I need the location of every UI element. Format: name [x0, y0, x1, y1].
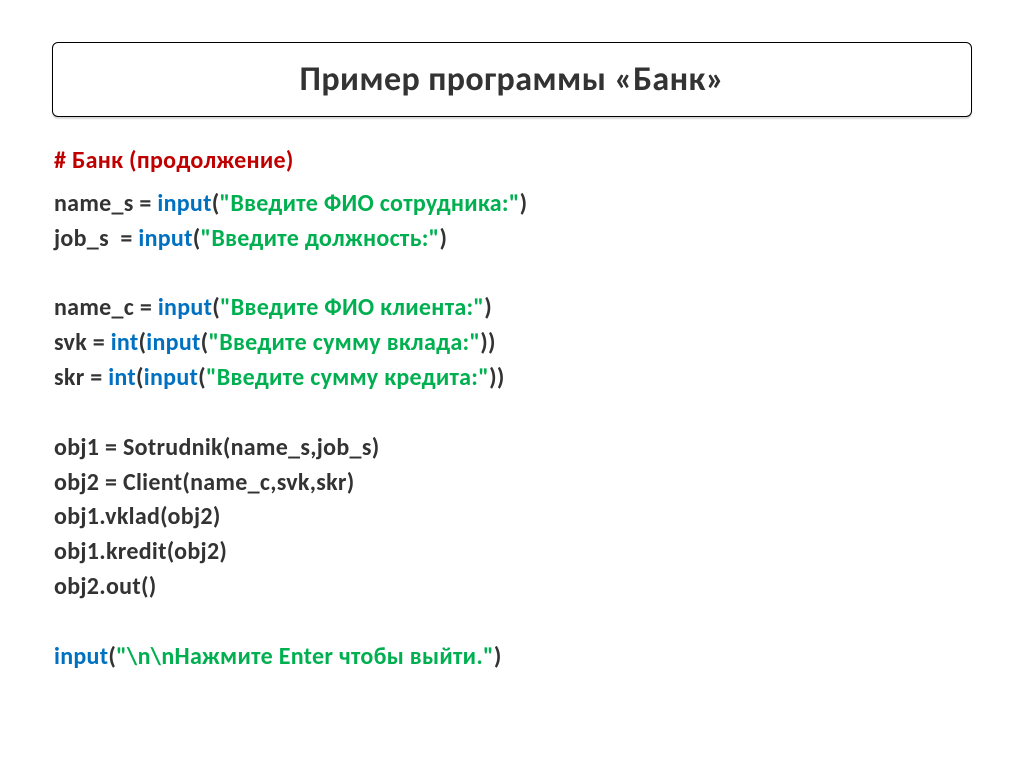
code-line-11: input("\n\nНажмите Enter чтобы выйти.") — [54, 640, 972, 675]
code-line-3: name_c = input("Введите ФИО клиента:") — [54, 291, 972, 326]
blank-line — [54, 256, 972, 291]
code-line-10: obj2.out() — [54, 570, 972, 605]
code-line-2: job_s = input("Введите должность:") — [54, 222, 972, 257]
code-line-1: name_s = input("Введите ФИО сотрудника:"… — [54, 187, 972, 222]
blank-line — [54, 396, 972, 431]
code-line-9: obj1.kredit(obj2) — [54, 535, 972, 570]
code-line-4: svk = int(input("Введите сумму вклада:")… — [54, 326, 972, 361]
code-line-8: obj1.vklad(obj2) — [54, 500, 972, 535]
page-title: Пример программы «Банк» — [73, 59, 951, 100]
code-line-5: skr = int(input("Введите сумму кредита:"… — [54, 361, 972, 396]
code-line-7: obj2 = Client(name_c,svk,skr) — [54, 466, 972, 501]
title-container: Пример программы «Банк» — [52, 42, 972, 117]
code-block: # Банк (продолжение) name_s = input("Вве… — [52, 144, 972, 675]
code-line-6: obj1 = Sotrudnik(name_s,job_s) — [54, 431, 972, 466]
code-comment: # Банк (продолжение) — [54, 144, 972, 179]
blank-line — [54, 605, 972, 640]
